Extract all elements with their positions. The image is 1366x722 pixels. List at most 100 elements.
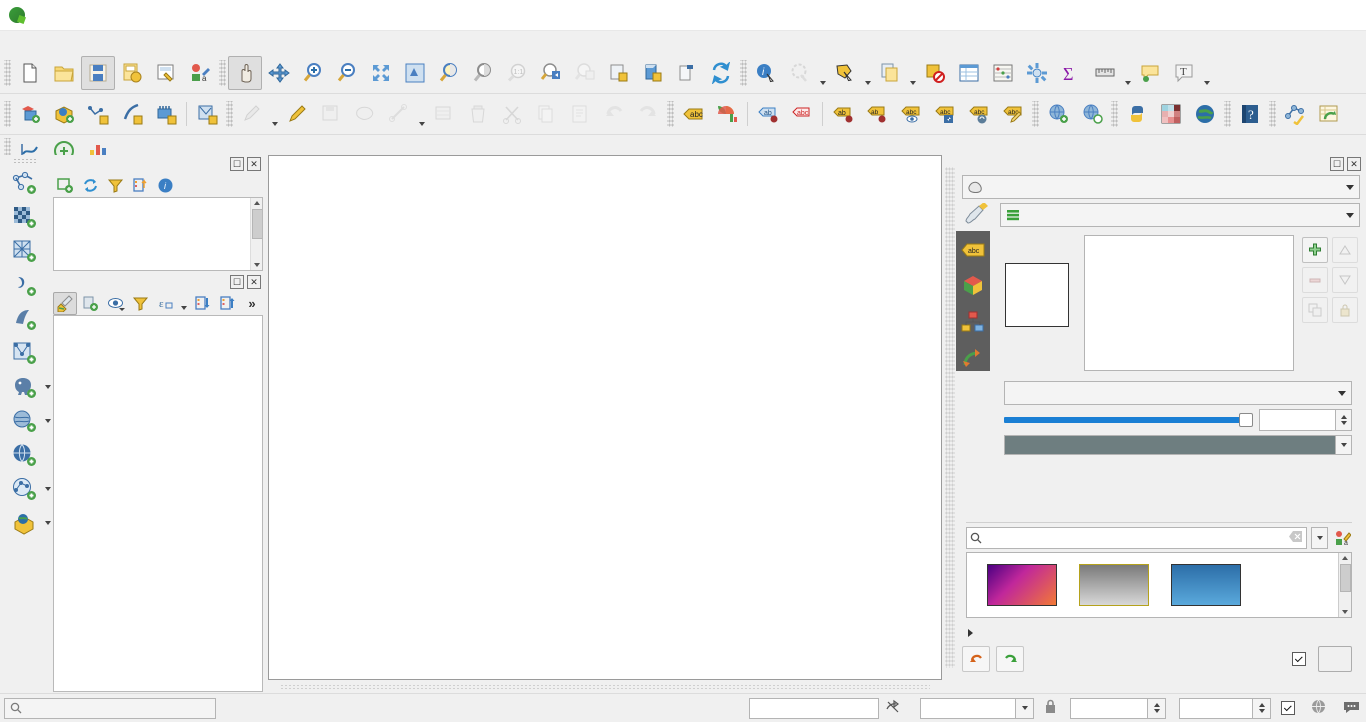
zoom-in-icon[interactable] <box>296 56 330 90</box>
chevron-down-icon[interactable] <box>1341 184 1359 190</box>
add-delimited-text-icon[interactable] <box>7 269 43 303</box>
toolbar-grip[interactable] <box>4 101 11 127</box>
map-tips-bubble-icon[interactable] <box>1133 56 1167 90</box>
pan-map-icon[interactable] <box>228 56 262 90</box>
processing-toolbox-icon[interactable] <box>1278 97 1312 131</box>
symbol-layer-list[interactable] <box>1084 235 1294 371</box>
move-label-icon[interactable]: ab <box>826 97 860 131</box>
layer-rendering-section[interactable] <box>962 622 1352 644</box>
toolbar-grip[interactable] <box>226 101 233 127</box>
scroll-up-icon[interactable] <box>1340 553 1349 563</box>
rotate-label-icon[interactable]: abc <box>962 97 996 131</box>
filter-legend-icon[interactable] <box>128 292 152 315</box>
chevron-down-icon[interactable] <box>269 94 280 134</box>
zoom-native-icon[interactable]: 1:1 <box>500 56 534 90</box>
coordinate-value[interactable] <box>749 697 879 719</box>
rotation-value[interactable] <box>1179 697 1253 719</box>
chevron-down-icon[interactable] <box>45 487 51 491</box>
show-labels-icon[interactable]: abc <box>894 97 928 131</box>
vertex-tool-icon[interactable] <box>382 97 416 131</box>
map-canvas[interactable] <box>268 155 942 680</box>
collapse-all-icon[interactable] <box>128 174 152 197</box>
manage-visibility-icon[interactable] <box>103 292 127 315</box>
chevron-down-icon[interactable] <box>416 94 427 134</box>
rotation-stepper[interactable] <box>1253 697 1271 719</box>
add-wms-layer-icon[interactable] <box>149 97 183 131</box>
zoom-to-selection-icon[interactable] <box>398 56 432 90</box>
lock-scale-icon[interactable] <box>1044 699 1057 717</box>
select-features-icon[interactable] <box>828 56 862 90</box>
duplicate-button[interactable] <box>1302 297 1328 323</box>
open-project-icon[interactable] <box>47 56 81 90</box>
symbol-filter-dropdown[interactable] <box>1311 527 1328 549</box>
zoom-next-icon[interactable] <box>568 56 602 90</box>
toolbar-grip[interactable] <box>1224 101 1231 127</box>
help-icon[interactable]: ? <box>1233 97 1267 131</box>
measure-icon[interactable] <box>1088 56 1122 90</box>
metasearch-zoom-icon[interactable] <box>1075 97 1109 131</box>
zoom-last-icon[interactable] <box>534 56 568 90</box>
deselect-icon[interactable] <box>918 56 952 90</box>
redo-icon[interactable] <box>631 97 665 131</box>
add-group-icon[interactable] <box>78 292 102 315</box>
minimize-button[interactable] <box>1231 0 1276 30</box>
styling-float-button[interactable]: ☐ <box>1330 157 1344 171</box>
filter-icon[interactable] <box>103 174 127 197</box>
chevron-down-icon[interactable] <box>907 53 918 93</box>
symbol-search-input[interactable] <box>966 527 1307 549</box>
plugin-grid-icon[interactable] <box>1154 97 1188 131</box>
add-mssql-layer-icon[interactable] <box>7 405 51 439</box>
browser-float-button[interactable]: ☐ <box>230 157 244 171</box>
properties-icon[interactable]: i <box>153 174 177 197</box>
new-3d-map-view-icon[interactable] <box>636 56 670 90</box>
redo-style-button[interactable] <box>996 646 1024 672</box>
toolbar-grip[interactable] <box>740 60 747 86</box>
add-raster-layer-icon[interactable] <box>7 201 43 235</box>
expand-all-icon[interactable] <box>190 292 214 315</box>
chevron-down-icon[interactable] <box>178 289 189 317</box>
apply-button[interactable] <box>1318 646 1352 672</box>
chevron-down-icon[interactable] <box>1201 53 1212 93</box>
renderer-combo[interactable] <box>1000 203 1360 227</box>
expression-filter-icon[interactable]: ε <box>153 292 177 315</box>
move-up-button[interactable] <box>1332 237 1358 263</box>
label-icon[interactable]: abc <box>676 97 710 131</box>
statistics-icon[interactable]: Σ <box>1054 56 1088 90</box>
add-virtual-layer-icon[interactable] <box>190 97 224 131</box>
add-mesh-layer-icon[interactable] <box>7 235 43 269</box>
layer-selector-combo[interactable] <box>962 175 1360 199</box>
layers-float-button[interactable]: ☐ <box>230 275 244 289</box>
add-polygon-icon[interactable] <box>348 97 382 131</box>
delete-selected-icon[interactable] <box>461 97 495 131</box>
show-hide-labels-icon[interactable]: abc <box>785 97 819 131</box>
save-project-as-icon[interactable] <box>115 56 149 90</box>
slider-knob[interactable] <box>1239 413 1253 427</box>
save-edits-icon[interactable] <box>314 97 348 131</box>
color-dropdown-button[interactable] <box>1336 435 1352 455</box>
browser-tree[interactable] <box>53 197 263 271</box>
undo-icon[interactable] <box>597 97 631 131</box>
add-delimited-text-icon[interactable] <box>81 97 115 131</box>
add-wfs-layer-icon[interactable] <box>7 473 51 507</box>
style-manager-icon[interactable]: a <box>183 56 217 90</box>
refresh-table-icon[interactable] <box>1312 97 1346 131</box>
messages-icon[interactable] <box>1343 700 1360 717</box>
symbol-swatch[interactable] <box>1171 564 1241 606</box>
color-swatch[interactable] <box>1004 435 1336 455</box>
scroll-up-icon[interactable] <box>252 198 261 208</box>
clear-search-icon[interactable] <box>1289 531 1303 545</box>
map-tips-icon[interactable] <box>783 56 817 90</box>
edit-pencil-icon[interactable] <box>280 97 314 131</box>
chevron-down-icon[interactable] <box>45 385 51 389</box>
open-attribute-table-icon[interactable] <box>952 56 986 90</box>
maximize-button[interactable] <box>1276 0 1321 30</box>
copy-features-icon[interactable] <box>873 56 907 90</box>
chevron-down-icon[interactable] <box>45 521 51 525</box>
remove-symbol-layer-button[interactable] <box>1302 267 1328 293</box>
zoom-to-selection-layer-icon[interactable] <box>466 56 500 90</box>
toolbar-grip[interactable] <box>667 101 674 127</box>
diagram-icon[interactable] <box>710 97 744 131</box>
add-symbol-layer-button[interactable] <box>1302 237 1328 263</box>
save-project-icon[interactable] <box>81 56 115 90</box>
diagrams-icon[interactable] <box>960 309 986 335</box>
